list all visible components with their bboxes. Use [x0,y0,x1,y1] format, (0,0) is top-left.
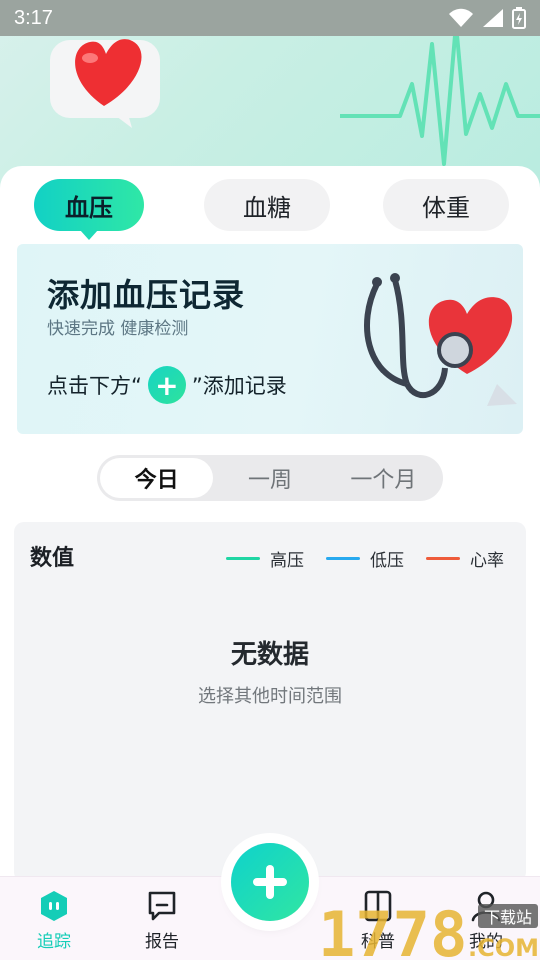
report-icon [148,891,176,921]
values-panel: 数值 高压 低压 心率 无数据 选择其他时间范围 [14,522,526,882]
nav-item-tracking[interactable]: 追踪 [14,889,94,952]
signal-icon [483,9,503,27]
legend-swatch [326,557,360,560]
tab-blood-sugar[interactable]: 血糖 [204,179,330,231]
tab-blood-pressure[interactable]: 血压 [34,179,144,240]
banner-subtitle: 快速完成 健康检测 [47,319,189,339]
metric-tabs: 血压 血糖 体重 [0,179,540,240]
legend-label: 高压 [270,551,304,571]
banner-hint: 点击下方“ + ”添加记录 [47,366,287,404]
panel-title: 数值 [30,546,75,571]
legend-swatch [226,557,260,560]
ecg-line-icon [340,24,540,166]
tab-label: 血糖 [243,193,291,222]
empty-state-subtitle: 选择其他时间范围 [198,686,342,707]
nav-label: 我的 [469,932,503,952]
add-record-fab[interactable] [231,843,309,921]
banner-hint-suffix: ”添加记录 [191,374,287,398]
tab-label: 血压 [65,193,113,222]
nav-label: 报告 [145,932,179,952]
add-record-banner[interactable]: 添加血压记录 快速完成 健康检测 点击下方“ + ”添加记录 [17,244,523,434]
battery-icon [512,7,526,29]
book-icon [364,890,392,922]
legend-swatch [426,557,460,560]
main-card: 血压 血糖 体重 添加血压记录 快速完成 健康检测 点击下方“ + ”添加记录 … [0,166,540,882]
time-range-segment: 今日 一周 一个月 [97,455,443,501]
legend-diastolic: 低压 [326,546,404,571]
legend-label: 低压 [370,551,404,571]
banner-hint-prefix: 点击下方“ [47,374,142,398]
plus-icon [253,865,287,899]
segment-today[interactable]: 今日 [100,458,214,498]
nav-label: 追踪 [37,932,71,952]
nav-item-science[interactable]: 科普 [338,889,418,952]
empty-state-title: 无数据 [230,640,309,670]
segment-week[interactable]: 一周 [213,458,326,498]
plus-icon: + [147,366,186,404]
nav-item-profile[interactable]: 我的 [446,889,526,952]
profile-icon [471,891,501,922]
legend-systolic: 高压 [226,546,304,571]
tab-label: 体重 [422,193,470,222]
banner-title: 添加血压记录 [47,276,246,314]
nav-label: 科普 [361,932,395,952]
stethoscope-heart-icon [364,273,517,406]
wifi-icon [449,8,473,27]
status-bar: 3:17 [0,0,540,36]
legend-heart-rate: 心率 [426,546,504,571]
heart-bubble-icon [50,39,160,128]
status-icons [448,7,526,29]
chart-legend: 高压 低压 心率 [226,546,504,571]
legend-label: 心率 [470,551,504,571]
tab-weight[interactable]: 体重 [383,179,509,231]
nav-item-report[interactable]: 报告 [122,889,202,952]
segment-month[interactable]: 一个月 [327,458,440,498]
tracking-icon [41,891,67,921]
status-time: 3:17 [14,6,53,29]
